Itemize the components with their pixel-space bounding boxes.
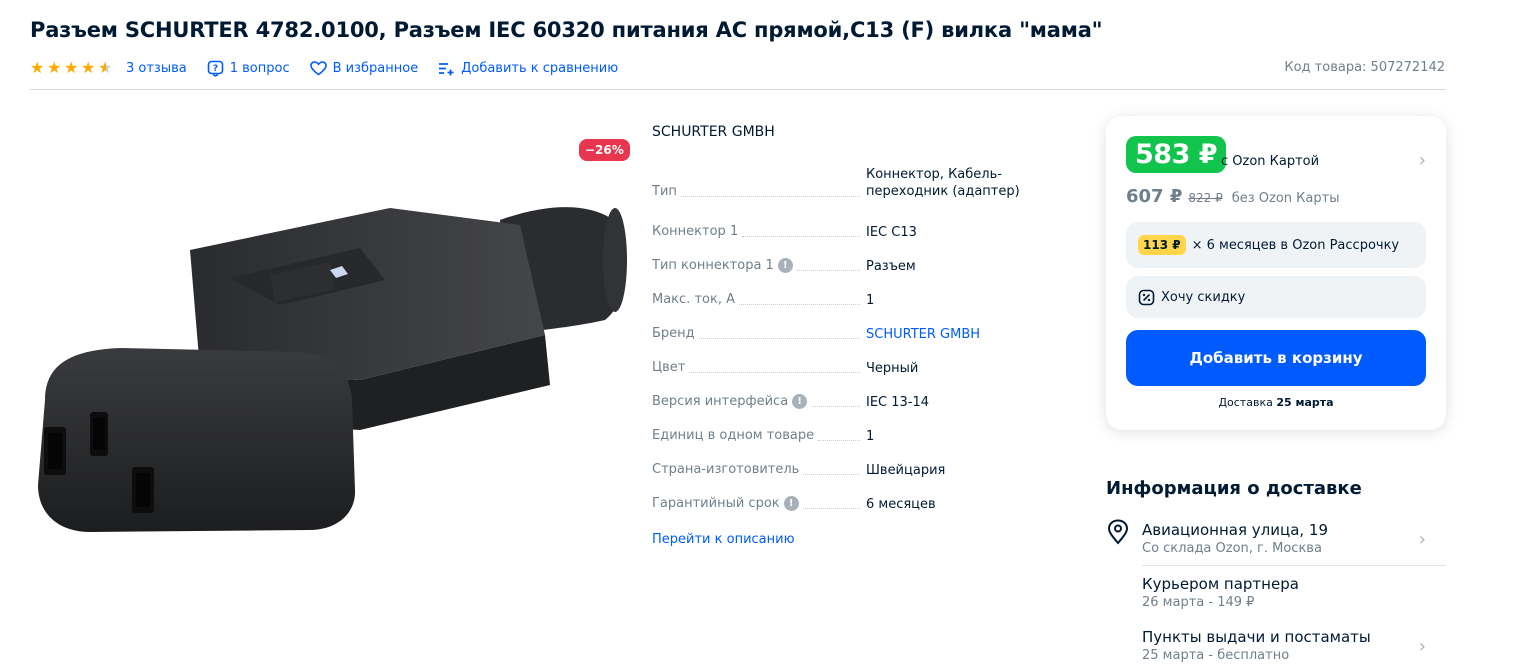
favorites-label: В избранное bbox=[332, 60, 419, 76]
spec-row: Гарантийный срок! 6 месяцев bbox=[652, 488, 1072, 522]
compare-link[interactable]: Добавить к сравнению bbox=[438, 61, 618, 76]
courier-title: Курьером партнера bbox=[1142, 575, 1299, 593]
spec-row: Тип коннектора 1! Разъем bbox=[652, 250, 1072, 284]
spec-value: IEC 13-14 bbox=[866, 395, 930, 410]
spec-row: Бренд SCHURTER GMBH bbox=[652, 318, 1072, 352]
installment-box[interactable]: 113 ₽ × 6 месяцев в Ozon Рассрочку bbox=[1126, 222, 1426, 268]
spec-value: Разъем bbox=[866, 259, 916, 274]
spec-value: IEC C13 bbox=[866, 225, 917, 240]
spec-key: Единиц в одном товаре bbox=[652, 420, 866, 443]
address-text: Авиационная улица, 19 bbox=[1142, 521, 1329, 539]
star-icon: ★ bbox=[47, 58, 62, 77]
brand-link[interactable]: SCHURTER GMBH bbox=[866, 318, 1072, 343]
favorites-link[interactable]: В избранное bbox=[309, 60, 419, 76]
delivery-date-value: 25 марта bbox=[1276, 396, 1334, 409]
regular-price-row: 607 ₽ 822 ₽ без Ozon Карты bbox=[1126, 186, 1339, 207]
spec-value: 1 bbox=[866, 429, 875, 444]
spec-value: 6 месяцев bbox=[866, 497, 936, 512]
installment-text: × 6 месяцев в Ozon Рассрочку bbox=[1191, 237, 1400, 253]
spec-row: Макс. ток, А 1 bbox=[652, 284, 1072, 318]
chevron-right-icon[interactable]: › bbox=[1419, 150, 1426, 171]
spec-key: Макс. ток, А bbox=[652, 284, 866, 307]
compare-label: Добавить к сравнению bbox=[461, 60, 619, 76]
spec-row: Страна-изготовитель Швейцария bbox=[652, 454, 1072, 488]
spec-value: 1 bbox=[866, 293, 875, 308]
help-icon[interactable]: ! bbox=[783, 496, 799, 511]
spec-row: Коннектор 1 IEC C13 bbox=[652, 216, 1072, 250]
pickup-sub: 25 марта - бесплатно bbox=[1142, 648, 1290, 663]
star-icon: ★ bbox=[81, 58, 96, 77]
spec-row: Версия интерфейса! IEC 13-14 bbox=[652, 386, 1072, 420]
discount-badge: −26% bbox=[579, 139, 630, 161]
spec-value: Черный bbox=[866, 361, 919, 376]
spec-row: Тип Коннектор, Кабель-переходник (адапте… bbox=[652, 166, 1072, 216]
spec-key: Гарантийный срок! bbox=[652, 488, 866, 511]
spec-key: Цвет bbox=[652, 352, 866, 375]
pickup-title: Пункты выдачи и постаматы bbox=[1142, 628, 1371, 646]
spec-value: Коннектор, Кабель-переходник (адаптер) bbox=[866, 167, 1020, 199]
goto-description-link[interactable]: Перейти к описанию bbox=[652, 532, 795, 547]
discount-tag-icon bbox=[1138, 289, 1155, 305]
price-card: 583 ₽ с Ozon Картой › 607 ₽ 822 ₽ без Oz… bbox=[1106, 116, 1446, 430]
star-icon: ★ bbox=[64, 58, 79, 77]
spec-key: Версия интерфейса! bbox=[652, 386, 866, 409]
delivery-info-title: Информация о доставке bbox=[1106, 478, 1362, 499]
spec-key: Коннектор 1 bbox=[652, 216, 866, 239]
ozon-card-label: с Ozon Картой bbox=[1221, 154, 1320, 169]
help-icon[interactable]: ! bbox=[792, 394, 808, 409]
connector-image bbox=[38, 207, 627, 532]
regular-price: 607 ₽ bbox=[1126, 186, 1183, 207]
add-to-cart-button[interactable]: Добавить в корзину bbox=[1126, 330, 1426, 386]
help-icon[interactable]: ! bbox=[777, 258, 793, 273]
product-meta-row: ★ ★ ★ ★ ★ 3 отзыва ? 1 вопрос В избранно… bbox=[30, 58, 638, 78]
want-discount-button[interactable]: Хочу скидку bbox=[1126, 276, 1426, 318]
heart-icon bbox=[309, 60, 327, 75]
installment-badge: 113 ₽ bbox=[1138, 235, 1186, 255]
courier-sub: 26 марта - 149 ₽ bbox=[1142, 595, 1255, 610]
delivery-date: Доставка 25 марта bbox=[1218, 396, 1334, 409]
header-divider bbox=[30, 89, 1446, 90]
rating-stars[interactable]: ★ ★ ★ ★ ★ bbox=[30, 60, 114, 76]
question-bubble-icon: ? bbox=[207, 60, 224, 77]
compare-list-icon bbox=[439, 62, 454, 75]
product-sku: Код товара: 507272142 bbox=[1284, 60, 1445, 75]
ozon-card-price[interactable]: 583 ₽ bbox=[1126, 136, 1227, 173]
address-sub: Со склада Ozon, г. Москва bbox=[1142, 541, 1322, 556]
product-image[interactable] bbox=[30, 130, 630, 610]
specs-table: Тип Коннектор, Кабель-переходник (адапте… bbox=[652, 166, 1072, 522]
brand-name[interactable]: SCHURTER GMBH bbox=[652, 124, 775, 140]
product-title: Разъем SCHURTER 4782.0100, Разъем IEC 60… bbox=[30, 18, 1103, 42]
spec-row: Единиц в одном товаре 1 bbox=[652, 420, 1072, 454]
star-icon: ★ bbox=[30, 58, 45, 77]
spec-key: Тип коннектора 1! bbox=[652, 250, 866, 273]
half-star-icon: ★ bbox=[98, 58, 113, 77]
delivery-address[interactable]: Авиационная улица, 19 Со склада Ozon, г.… bbox=[1106, 519, 1446, 556]
spec-key: Тип bbox=[652, 166, 866, 199]
spec-key: Страна-изготовитель bbox=[652, 454, 866, 477]
no-card-label: без Ozon Карты bbox=[1231, 191, 1340, 206]
delivery-divider bbox=[1142, 565, 1446, 566]
questions-link[interactable]: ? 1 вопрос bbox=[207, 60, 290, 77]
chevron-right-icon[interactable]: › bbox=[1419, 636, 1426, 657]
questions-label: 1 вопрос bbox=[229, 60, 290, 76]
chevron-right-icon[interactable]: › bbox=[1419, 529, 1426, 550]
spec-row: Цвет Черный bbox=[652, 352, 1072, 386]
svg-text:?: ? bbox=[213, 64, 218, 74]
reviews-link[interactable]: 3 отзыва bbox=[126, 61, 187, 76]
old-price: 822 ₽ bbox=[1188, 191, 1223, 205]
location-pin-icon bbox=[1107, 519, 1129, 545]
want-discount-label: Хочу скидку bbox=[1161, 289, 1246, 305]
delivery-pickup[interactable]: Пункты выдачи и постаматы 25 марта - бес… bbox=[1106, 628, 1446, 663]
spec-key: Бренд bbox=[652, 318, 866, 341]
spec-value: Швейцария bbox=[866, 463, 946, 478]
delivery-courier[interactable]: Курьером партнера 26 марта - 149 ₽ bbox=[1106, 575, 1446, 610]
